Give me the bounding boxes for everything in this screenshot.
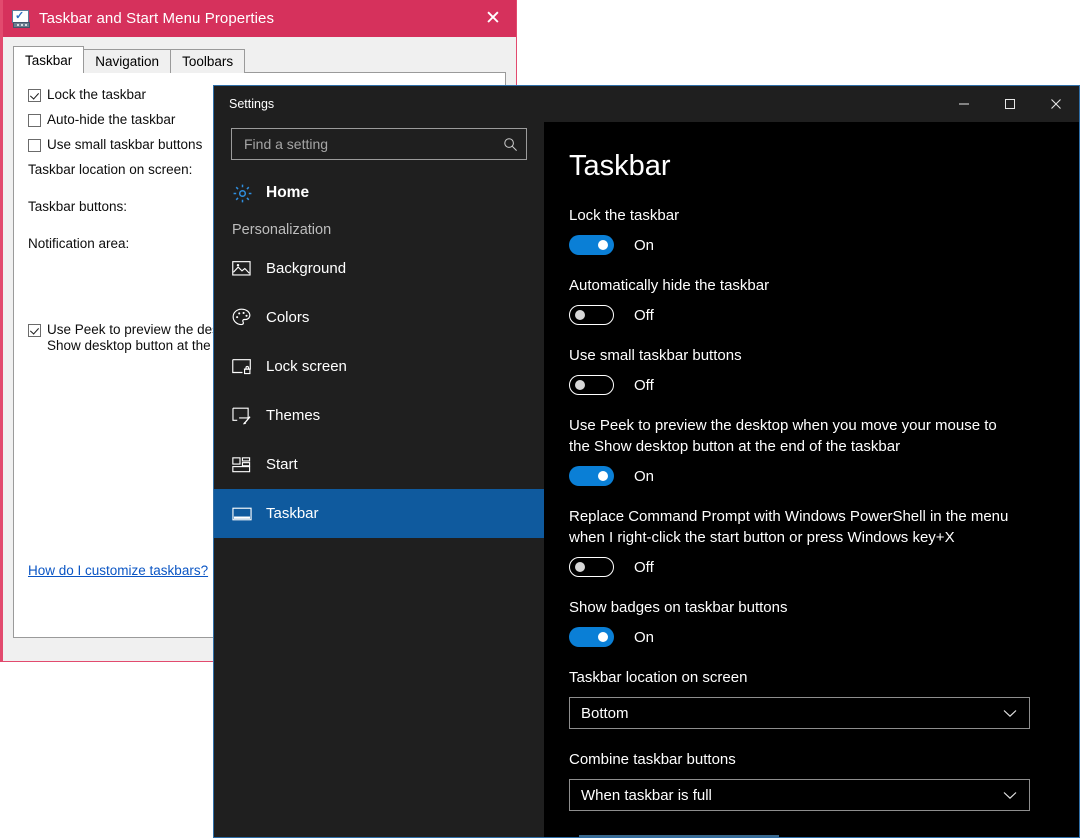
toggle-state-label: Off bbox=[634, 306, 654, 324]
desktop: ✓ Taskbar and Start Menu Properties ✕ Ta… bbox=[0, 0, 1080, 838]
toggle-automatically-hide-the-taskbar[interactable] bbox=[569, 305, 614, 325]
setting-label: Replace Command Prompt with Windows Powe… bbox=[569, 508, 1009, 546]
toggle-state-label: On bbox=[634, 628, 655, 646]
toggle-state-label: On bbox=[634, 236, 655, 254]
toggle-state-label: Off bbox=[634, 376, 654, 394]
toggle-lock-the-taskbar[interactable] bbox=[569, 235, 614, 255]
toggle-state-label: On bbox=[634, 467, 655, 485]
gear-icon bbox=[232, 183, 266, 204]
sidebar-item-label: Taskbar bbox=[266, 505, 319, 522]
toggle-replace-command-prompt[interactable] bbox=[569, 557, 614, 577]
setting-label: Show badges on taskbar buttons bbox=[569, 599, 788, 616]
sidebar-item-lock-screen[interactable]: Lock screen bbox=[214, 342, 544, 391]
sidebar-item-start[interactable]: Start bbox=[214, 440, 544, 489]
dropdown-value: Bottom bbox=[581, 704, 629, 722]
minimize-icon[interactable] bbox=[941, 86, 987, 122]
settings-content-panel: Taskbar Lock the taskbar On Automaticall… bbox=[544, 122, 1079, 837]
setting-label: Taskbar location on screen bbox=[569, 669, 748, 686]
close-icon[interactable] bbox=[1033, 86, 1079, 122]
settings-window-title: Settings bbox=[229, 97, 275, 111]
checkbox-box[interactable] bbox=[28, 139, 41, 152]
picture-icon bbox=[232, 260, 266, 277]
sidebar-section-title: Personalization bbox=[232, 222, 332, 238]
sidebar-item-home[interactable]: Home bbox=[214, 168, 544, 218]
checkbox-label: Auto-hide the taskbar bbox=[47, 112, 176, 127]
toggle-use-peek[interactable] bbox=[569, 466, 614, 486]
checkbox-box[interactable] bbox=[28, 89, 41, 102]
setting-label: Use small taskbar buttons bbox=[569, 347, 742, 364]
setting-replace-command-prompt: Replace Command Prompt with Windows Powe… bbox=[569, 506, 1079, 577]
sidebar-item-label: Start bbox=[266, 456, 298, 473]
sidebar-item-label: Home bbox=[266, 184, 310, 201]
chevron-down-icon bbox=[1003, 709, 1017, 718]
sidebar-item-colors[interactable]: Colors bbox=[214, 293, 544, 342]
search-icon[interactable] bbox=[494, 137, 526, 152]
setting-lock-the-taskbar: Lock the taskbar On bbox=[569, 205, 1079, 255]
tab-taskbar[interactable]: Taskbar bbox=[13, 46, 85, 73]
setting-use-peek: Use Peek to preview the desktop when you… bbox=[569, 415, 1079, 486]
toggle-use-small-taskbar-buttons[interactable] bbox=[569, 375, 614, 395]
how-do-i-customize-taskbars-link[interactable]: How do I customize taskbars? bbox=[28, 563, 208, 578]
checkbox-box[interactable] bbox=[28, 114, 41, 127]
setting-label: Lock the taskbar bbox=[569, 207, 680, 224]
settings-sidebar: Home Personalization Background bbox=[214, 122, 544, 837]
settings-body: Home Personalization Background bbox=[214, 122, 1079, 837]
close-icon[interactable]: ✕ bbox=[470, 0, 516, 37]
sidebar-item-label: Themes bbox=[266, 407, 321, 424]
sidebar-item-themes[interactable]: Themes bbox=[214, 391, 544, 440]
settings-title-bar: Settings bbox=[214, 86, 1079, 122]
window-controls bbox=[941, 86, 1079, 122]
sidebar-item-label: Background bbox=[266, 260, 347, 277]
properties-window-title: Taskbar and Start Menu Properties bbox=[39, 10, 275, 27]
tab-toolbars[interactable]: Toolbars bbox=[170, 49, 246, 73]
toggle-state-label: Off bbox=[634, 558, 654, 576]
sidebar-item-taskbar[interactable]: Taskbar bbox=[214, 489, 544, 538]
palette-icon bbox=[232, 308, 266, 327]
dropdown-taskbar-location[interactable]: Bottom bbox=[569, 697, 1030, 729]
sidebar-item-label: Lock screen bbox=[266, 358, 347, 375]
checkbox-box[interactable] bbox=[28, 324, 41, 337]
taskbar-icon bbox=[232, 507, 266, 521]
properties-title-bar: ✓ Taskbar and Start Menu Properties ✕ bbox=[3, 0, 516, 37]
setting-label: Combine taskbar buttons bbox=[569, 751, 736, 768]
dropdown-combine-taskbar-buttons[interactable]: When taskbar is full bbox=[569, 779, 1030, 811]
themes-brush-icon bbox=[232, 407, 266, 425]
chevron-down-icon bbox=[1003, 791, 1017, 800]
search-input[interactable] bbox=[232, 136, 494, 152]
setting-label: Use Peek to preview the desktop when you… bbox=[569, 417, 997, 455]
setting-taskbar-location: Taskbar location on screen Bottom bbox=[569, 667, 1079, 729]
setting-use-small-taskbar-buttons: Use small taskbar buttons Off bbox=[569, 345, 1079, 395]
setting-show-badges: Show badges on taskbar buttons On bbox=[569, 597, 1079, 647]
settings-window: Settings Find a setting Home Personaliza… bbox=[213, 85, 1080, 838]
setting-combine-taskbar-buttons: Combine taskbar buttons When taskbar is … bbox=[569, 749, 1079, 811]
search-box[interactable] bbox=[231, 128, 527, 160]
checkbox-label: Lock the taskbar bbox=[47, 87, 147, 102]
toggle-show-badges[interactable] bbox=[569, 627, 614, 647]
lock-screen-icon bbox=[232, 358, 266, 375]
start-tiles-icon bbox=[232, 456, 266, 473]
checkbox-label: Use small taskbar buttons bbox=[47, 137, 203, 152]
maximize-icon[interactable] bbox=[987, 86, 1033, 122]
page-title: Taskbar bbox=[569, 150, 671, 182]
tab-navigation[interactable]: Navigation bbox=[83, 49, 172, 73]
properties-tab-strip: Taskbar Navigation Toolbars bbox=[13, 46, 506, 73]
sidebar-item-label: Colors bbox=[266, 309, 310, 326]
taskbar-properties-icon: ✓ bbox=[12, 9, 30, 28]
setting-automatically-hide-the-taskbar: Automatically hide the taskbar Off bbox=[569, 275, 1079, 325]
setting-label: Automatically hide the taskbar bbox=[569, 277, 770, 294]
sidebar-item-background[interactable]: Background bbox=[214, 244, 544, 293]
dropdown-value: When taskbar is full bbox=[581, 786, 712, 804]
